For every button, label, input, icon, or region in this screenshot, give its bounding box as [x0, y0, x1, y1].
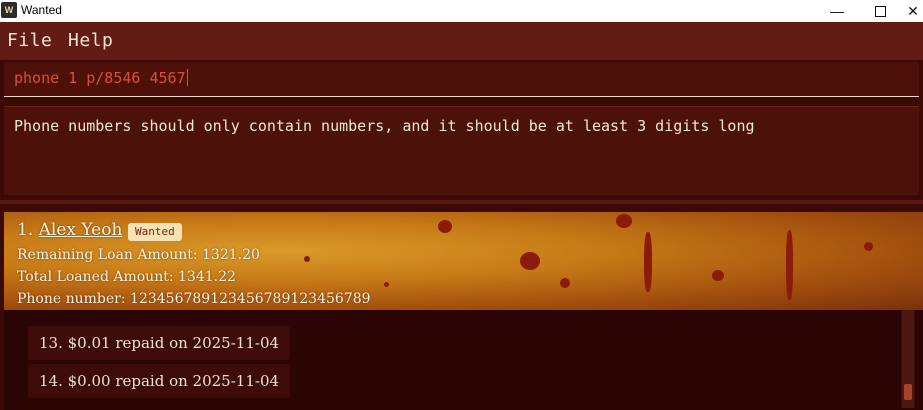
scrollbar-marker: [904, 384, 912, 400]
splatter-decoration: [304, 256, 310, 262]
vertical-scrollbar[interactable]: [901, 310, 915, 408]
person-index: 1.: [17, 220, 34, 240]
text-caret: [186, 69, 188, 86]
close-icon: ✕: [907, 2, 919, 19]
splatter-decoration: [864, 242, 873, 251]
total-loaned: Total Loaned Amount: 1341.22: [17, 269, 236, 285]
splatter-decoration: [560, 278, 570, 288]
result-message: Phone numbers should only contain number…: [14, 117, 755, 135]
menu-help[interactable]: Help: [68, 30, 113, 51]
maximize-button[interactable]: [860, 0, 900, 22]
splatter-decoration: [438, 220, 452, 233]
command-input[interactable]: phone 1 p/8546 4567: [14, 69, 188, 87]
splatter-decoration: [644, 232, 652, 292]
divider: [0, 200, 923, 204]
phone-number: Phone number: 12345678912345678912345678…: [17, 291, 371, 307]
minimize-button[interactable]: —: [817, 0, 857, 22]
command-box[interactable]: phone 1 p/8546 4567: [4, 62, 919, 97]
maximize-icon: [874, 5, 886, 17]
window-title: Wanted: [21, 3, 62, 17]
person-card[interactable]: 1. Alex Yeoh Wanted Remaining Loan Amoun…: [4, 212, 923, 310]
close-button[interactable]: ✕: [903, 0, 923, 22]
splatter-decoration: [384, 282, 389, 287]
person-list[interactable]: 1. Alex Yeoh Wanted Remaining Loan Amoun…: [4, 212, 923, 410]
remaining-loan: Remaining Loan Amount: 1321.20: [17, 247, 260, 263]
command-text: phone 1 p/8546 4567: [14, 69, 186, 87]
minimize-icon: —: [830, 3, 844, 19]
tag-badge: Wanted: [128, 223, 182, 241]
menu-file[interactable]: File: [7, 30, 52, 51]
menu-bar: File Help: [0, 22, 923, 60]
result-display: Phone numbers should only contain number…: [4, 106, 919, 195]
splatter-decoration: [520, 252, 540, 270]
app-icon: W: [1, 2, 17, 18]
person-name: Alex Yeoh: [38, 220, 123, 240]
splatter-decoration: [786, 230, 793, 300]
repayment-item: 13. $0.01 repaid on 2025-11-04: [28, 326, 291, 360]
person-name-line: 1. Alex Yeoh: [17, 220, 122, 240]
splatter-decoration: [712, 270, 724, 281]
splatter-decoration: [616, 214, 632, 228]
window-title-bar: W Wanted — ✕: [0, 0, 923, 22]
repayment-item: 14. $0.00 repaid on 2025-11-04: [28, 364, 291, 398]
